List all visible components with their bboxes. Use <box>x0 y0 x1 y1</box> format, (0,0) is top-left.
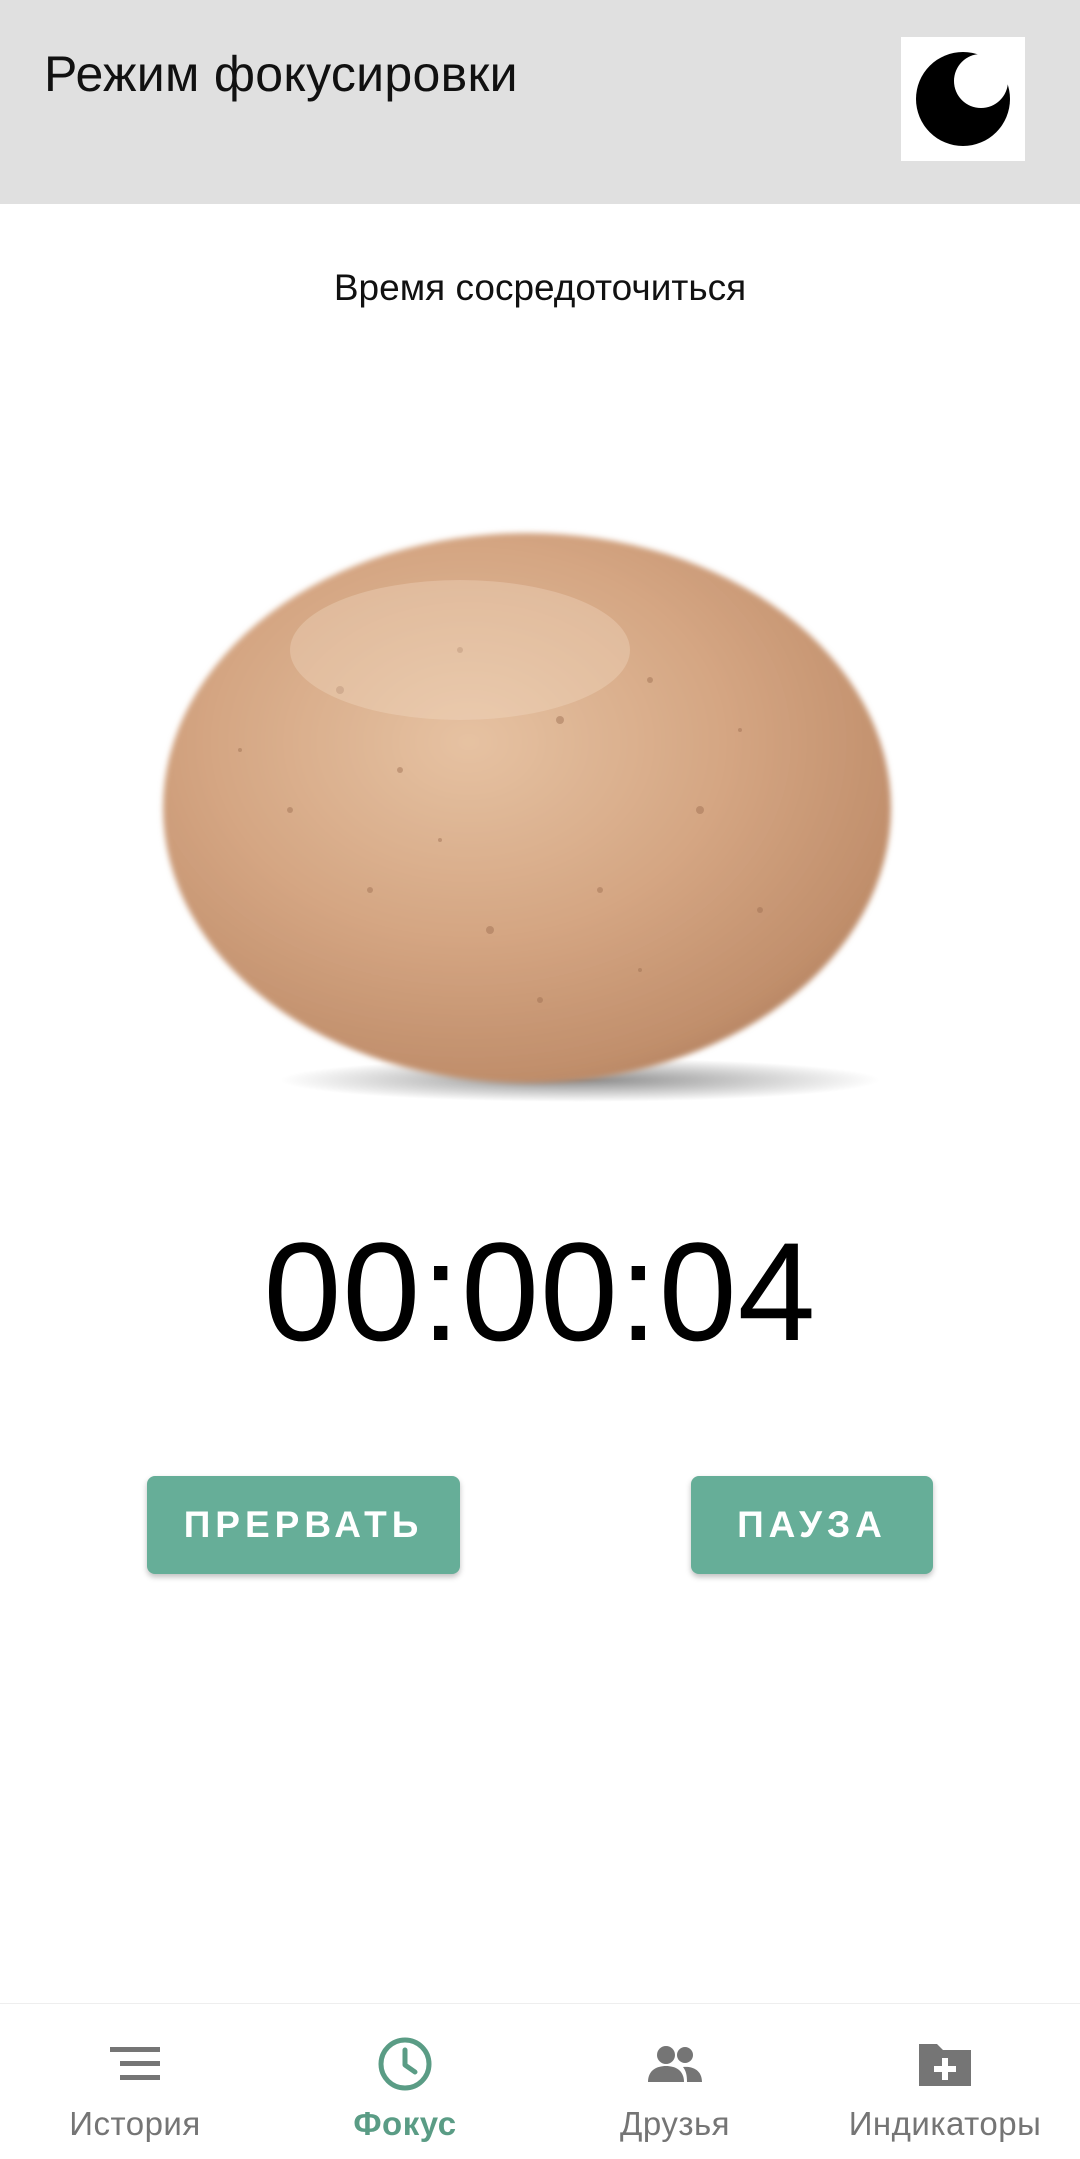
list-icon <box>105 2034 165 2094</box>
people-icon <box>645 2034 705 2094</box>
nav-label-focus: Фокус <box>353 2105 457 2142</box>
app-bar: Режим фокусировки <box>0 0 1080 204</box>
bottom-navigation: История Фокус Друзья Индикаторы <box>0 2003 1080 2159</box>
nav-label-friends: Друзья <box>619 2105 731 2142</box>
moon-icon <box>916 52 1010 146</box>
nav-item-focus[interactable]: Фокус <box>270 2004 540 2159</box>
pause-button[interactable]: ПАУЗА <box>691 1476 933 1574</box>
potato-image <box>40 390 1040 1130</box>
nav-item-indicators[interactable]: Индикаторы <box>810 2004 1080 2159</box>
page-title: Режим фокусировки <box>44 46 518 102</box>
nav-label-history: История <box>69 2105 201 2142</box>
abort-button[interactable]: ПРЕРВАТЬ <box>147 1476 460 1574</box>
focus-timer: 00:00:04 <box>263 1213 817 1370</box>
theme-toggle-button[interactable] <box>901 37 1025 161</box>
clock-icon <box>375 2034 435 2094</box>
folder-plus-icon <box>915 2034 975 2094</box>
nav-item-friends[interactable]: Друзья <box>540 2004 810 2159</box>
nav-item-history[interactable]: История <box>0 2004 270 2159</box>
nav-label-indicators: Индикаторы <box>848 2105 1042 2142</box>
focus-subtitle: Время сосредоточиться <box>333 267 747 308</box>
